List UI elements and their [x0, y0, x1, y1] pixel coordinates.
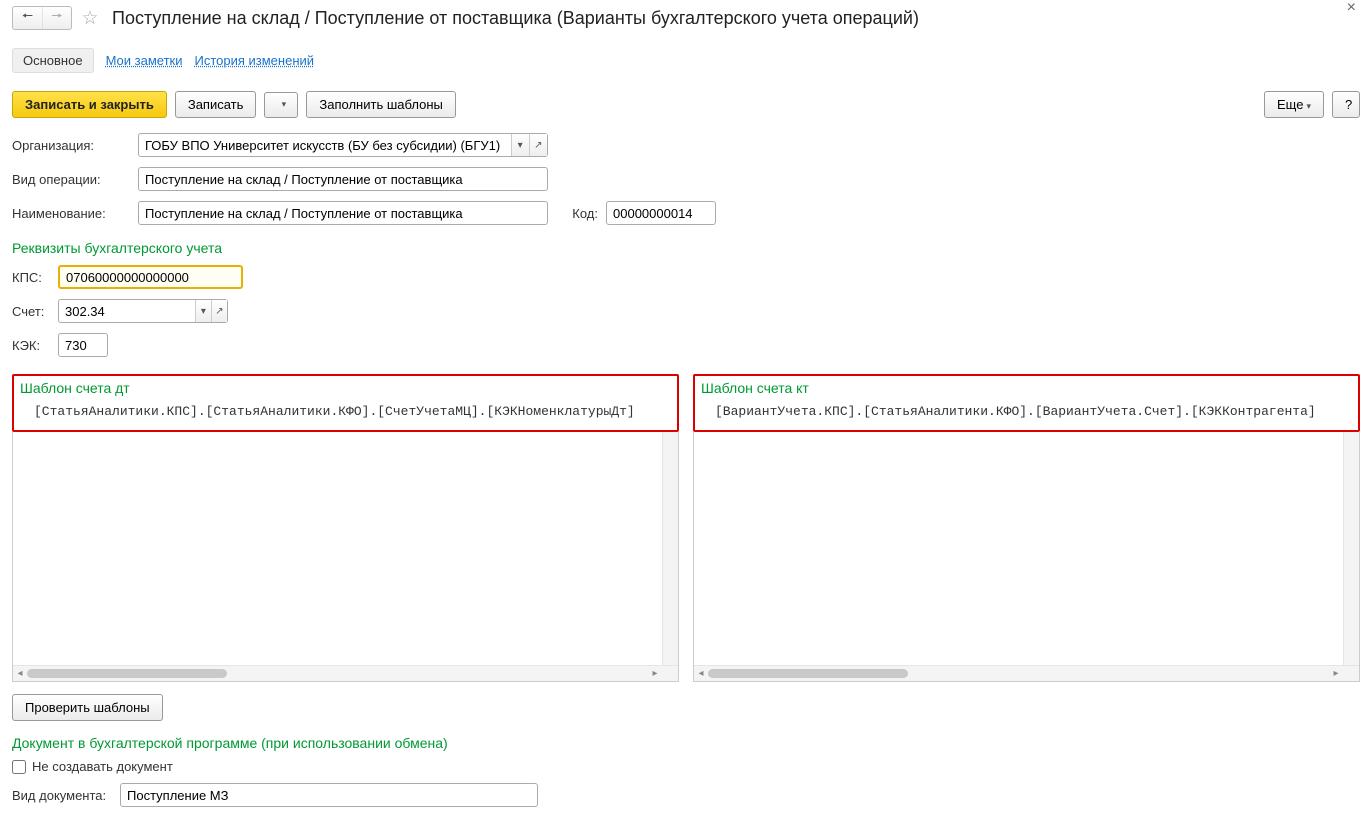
more-button[interactable]: Еще — [1264, 91, 1324, 118]
tab-main[interactable]: Основное — [12, 48, 94, 73]
doc-type-input[interactable] — [121, 784, 537, 806]
document-actions-button[interactable] — [264, 92, 298, 118]
template-kt-scrollarea[interactable]: ◂ ▸ — [693, 432, 1360, 682]
code-input[interactable] — [607, 202, 715, 224]
template-dt-body[interactable]: [СтатьяАналитики.КПС].[СтатьяАналитики.К… — [14, 398, 677, 429]
doc-section-title: Документ в бухгалтерской программе (при … — [12, 725, 1360, 755]
template-kt-body[interactable]: [ВариантУчета.КПС].[СтатьяАналитики.КФО]… — [695, 398, 1358, 429]
org-input[interactable] — [139, 134, 511, 156]
code-label: Код: — [556, 206, 598, 221]
vertical-scrollbar[interactable] — [662, 432, 678, 665]
account-label: Счет: — [12, 304, 50, 319]
back-button[interactable]: 🠔 — [13, 7, 42, 29]
template-dt-title: Шаблон счета дт — [14, 376, 677, 398]
scroll-left-icon[interactable]: ◂ — [13, 665, 27, 681]
check-templates-button[interactable]: Проверить шаблоны — [12, 694, 163, 721]
favorite-icon[interactable]: ☆ — [78, 6, 102, 30]
org-dropdown-icon[interactable]: ▾ — [511, 134, 529, 156]
account-input[interactable] — [59, 300, 195, 322]
save-button[interactable]: Записать — [175, 91, 257, 118]
kps-label: КПС: — [12, 270, 50, 285]
name-label: Наименование: — [12, 206, 130, 221]
kps-input[interactable] — [60, 267, 241, 287]
save-close-button[interactable]: Записать и закрыть — [12, 91, 167, 118]
kek-label: КЭК: — [12, 338, 50, 353]
close-icon[interactable]: × — [1343, 0, 1360, 17]
scroll-thumb[interactable] — [708, 669, 908, 678]
template-dt-scrollarea[interactable]: ◂ ▸ — [12, 432, 679, 682]
no-create-doc-label: Не создавать документ — [32, 759, 173, 774]
vertical-scrollbar[interactable] — [1343, 432, 1359, 665]
template-kt-panel: Шаблон счета кт [ВариантУчета.КПС].[Стат… — [693, 374, 1360, 432]
scroll-right-icon[interactable]: ▸ — [648, 665, 662, 681]
scroll-right-icon[interactable]: ▸ — [1329, 665, 1343, 681]
template-kt-title: Шаблон счета кт — [695, 376, 1358, 398]
help-button[interactable]: ? — [1332, 91, 1360, 118]
name-input[interactable] — [139, 202, 547, 224]
template-dt-panel: Шаблон счета дт [СтатьяАналитики.КПС].[С… — [12, 374, 679, 432]
op-type-label: Вид операции: — [12, 172, 130, 187]
op-type-input[interactable] — [139, 168, 547, 190]
org-open-icon[interactable]: ↗ — [529, 134, 547, 156]
org-label: Организация: — [12, 138, 130, 153]
kek-input[interactable] — [59, 334, 107, 356]
account-dropdown-icon[interactable]: ▾ — [195, 300, 211, 322]
doc-type-label: Вид документа: — [12, 788, 112, 803]
nav-btn-group: 🠔 🠖 — [12, 6, 72, 30]
scroll-thumb[interactable] — [27, 669, 227, 678]
fill-templates-button[interactable]: Заполнить шаблоны — [306, 91, 455, 118]
scroll-left-icon[interactable]: ◂ — [694, 665, 708, 681]
account-open-icon[interactable]: ↗ — [211, 300, 227, 322]
tab-notes[interactable]: Мои заметки — [106, 53, 183, 68]
accounting-section-title: Реквизиты бухгалтерского учета — [12, 230, 1360, 260]
forward-button[interactable]: 🠖 — [42, 7, 71, 29]
no-create-doc-checkbox[interactable] — [12, 760, 26, 774]
tab-history[interactable]: История изменений — [195, 53, 315, 68]
page-title: Поступление на склад / Поступление от по… — [108, 8, 1337, 29]
